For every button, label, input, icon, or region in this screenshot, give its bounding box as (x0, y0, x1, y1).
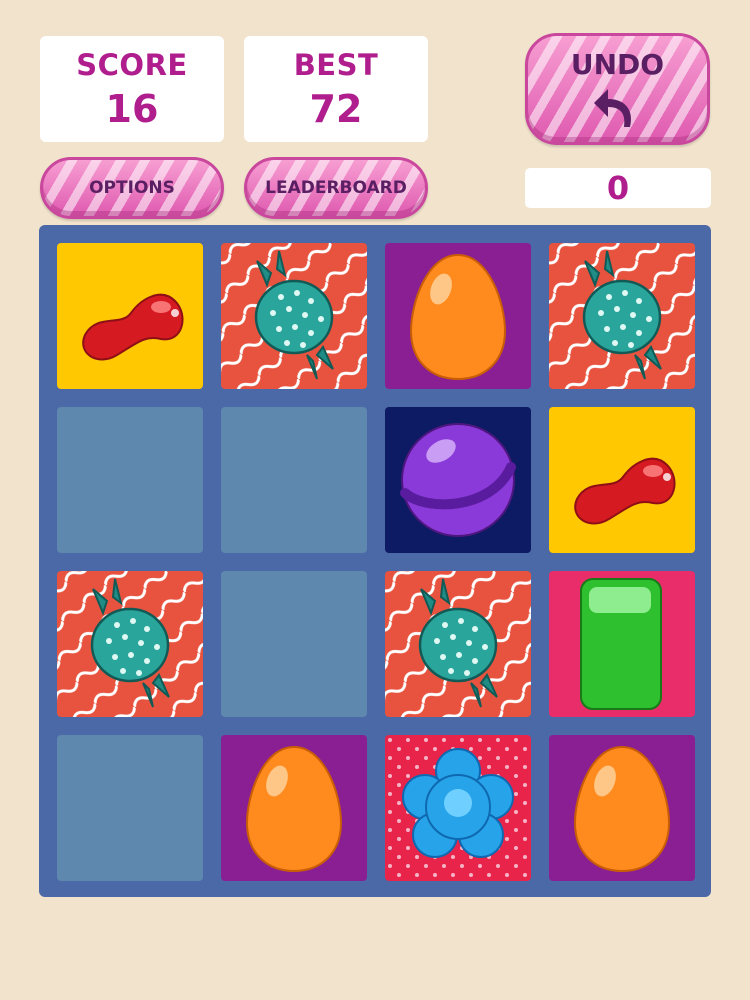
wrapped-candy-icon (549, 243, 695, 389)
score-label: SCORE (76, 47, 188, 82)
blue-flower-tile[interactable] (385, 735, 531, 881)
best-panel: BEST 72 (244, 36, 428, 142)
wrapped-candy-icon (221, 243, 367, 389)
wrapped-candy-tile[interactable] (221, 243, 367, 389)
undo-arrow-icon (593, 89, 631, 127)
jellybean-tile[interactable] (549, 407, 695, 553)
leaderboard-button[interactable]: LEADERBOARD (244, 157, 428, 219)
orange-egg-tile[interactable] (549, 735, 695, 881)
orange-egg-tile[interactable] (385, 243, 531, 389)
empty-cell[interactable] (221, 407, 367, 553)
leaderboard-label: LEADERBOARD (265, 178, 407, 198)
best-value: 72 (309, 86, 363, 131)
empty-cell[interactable] (57, 735, 203, 881)
wrapped-candy-icon (385, 571, 531, 717)
purple-ball-icon (385, 407, 531, 553)
orange-egg-icon (385, 243, 531, 389)
blue-flower-icon (385, 735, 531, 881)
empty-cell[interactable] (57, 407, 203, 553)
undo-count-value: 0 (606, 169, 630, 207)
jellybean-icon (549, 407, 695, 553)
orange-egg-icon (221, 735, 367, 881)
wrapped-candy-tile[interactable] (549, 243, 695, 389)
score-panel: SCORE 16 (40, 36, 224, 142)
best-label: BEST (293, 47, 379, 82)
orange-egg-icon (549, 735, 695, 881)
orange-egg-tile[interactable] (221, 735, 367, 881)
undo-label: UNDO (570, 48, 665, 81)
options-label: OPTIONS (89, 178, 175, 198)
jellybean-icon (57, 243, 203, 389)
jellybean-tile[interactable] (57, 243, 203, 389)
options-button[interactable]: OPTIONS (40, 157, 224, 219)
undo-count-display: 0 (525, 168, 711, 208)
game-board[interactable] (39, 225, 711, 897)
undo-button[interactable]: UNDO (525, 33, 710, 145)
green-gummy-tile[interactable] (549, 571, 695, 717)
wrapped-candy-icon (57, 571, 203, 717)
green-gummy-icon (549, 571, 695, 717)
empty-cell[interactable] (221, 571, 367, 717)
purple-ball-tile[interactable] (385, 407, 531, 553)
wrapped-candy-tile[interactable] (385, 571, 531, 717)
score-value: 16 (105, 86, 159, 131)
wrapped-candy-tile[interactable] (57, 571, 203, 717)
